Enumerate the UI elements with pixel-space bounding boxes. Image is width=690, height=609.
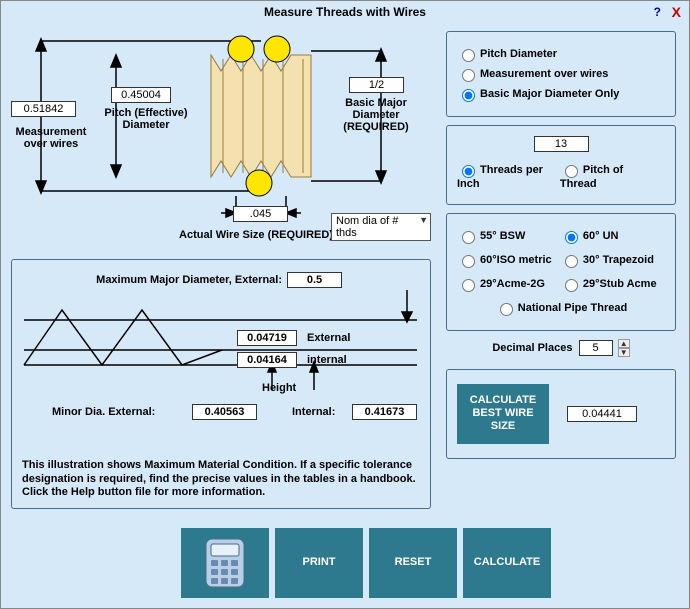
pitch-radio[interactable]: Pitch of Thread [560,162,660,190]
form-un[interactable]: 60° UN [560,228,660,244]
wire-label: Actual Wire Size (REQUIRED) [151,229,361,241]
int-height-label: internal [307,354,347,366]
window-title: Measure Threads with Wires [264,5,426,19]
ext-height-label: External [307,332,350,344]
form-bsw[interactable]: 55° BSW [457,228,557,244]
major-value[interactable]: 1/2 [349,77,404,93]
mode-major-only[interactable]: Basic Major Diameter Only [457,86,665,102]
form-stubacme[interactable]: 29°Stub Acme [560,276,660,292]
major-label: Basic Major Diameter (REQUIRED) [331,97,421,133]
best-wire-output: 0.04441 [567,406,637,422]
decimal-input[interactable] [579,340,613,356]
mode-pitch-diameter[interactable]: Pitch Diameter [457,46,665,62]
minor-ext-label: Minor Dia. External: [52,406,155,418]
form-acme2g[interactable]: 29°Acme-2G [457,276,557,292]
calculate-button[interactable]: CALCULATE [463,528,551,598]
mode-mow[interactable]: Measurement over wires [457,66,665,82]
int-height-value: 0.04164 [237,352,297,368]
mode-group: Pitch Diameter Measurement over wires Ba… [446,31,676,117]
ext-height-value: 0.04719 [237,330,297,346]
maxmajor-value[interactable]: 0.5 [287,272,342,288]
right-column: Pitch Diameter Measurement over wires Ba… [446,31,676,459]
tpi-group: Threads per Inch Pitch of Thread [446,125,676,205]
wire-value[interactable]: .045 [233,206,288,222]
minor-int-value: 0.41673 [352,404,417,420]
tpi-input[interactable] [534,136,589,152]
minor-int-label: Internal: [292,406,335,418]
close-button[interactable]: X [672,1,681,23]
geometry-panel: Maximum Major Diameter, External: 0.5 0.… [11,259,431,509]
form-iso[interactable]: 60°ISO metric [457,252,557,268]
app-window: Measure Threads with Wires ? X [0,0,690,609]
best-wire-group: CALCULATE BEST WIRE SIZE 0.04441 [446,369,676,459]
pitch-label: Pitch (Effective) Diameter [91,107,201,131]
mow-value[interactable]: 0.51842 [11,101,76,117]
help-button[interactable]: ? [654,1,661,23]
threadform-group: 55° BSW 60° UN 60°ISO metric 30° Trapezo… [446,213,676,331]
maxmajor-label: Maximum Major Diameter, External: [52,274,282,286]
illustration-note: This illustration shows Maximum Material… [22,459,422,500]
pitch-value[interactable]: 0.45004 [111,87,171,103]
print-button[interactable]: PRINT [275,528,363,598]
calculator-icon-button[interactable] [181,528,269,598]
minor-ext-value: 0.40563 [192,404,257,420]
title-bar: Measure Threads with Wires ? X [1,1,689,23]
button-row: PRINT RESET CALCULATE [181,528,551,598]
form-trapezoid[interactable]: 30° Trapezoid [560,252,660,268]
decimal-places: Decimal Places ▲▼ [446,339,676,357]
nominal-dropdown[interactable]: Nom dia of # thds [331,213,431,241]
reset-button[interactable]: RESET [369,528,457,598]
form-npt[interactable]: National Pipe Thread [457,300,665,316]
height-label: Height [262,382,296,394]
mow-label: Measurement over wires [6,126,96,150]
calculator-icon [204,537,246,589]
calc-best-wire-button[interactable]: CALCULATE BEST WIRE SIZE [457,384,549,444]
thread-diagram: 0.51842 Measurement over wires 0.45004 P… [11,31,431,246]
decimal-spinner[interactable]: ▲▼ [618,339,630,357]
tpi-radio[interactable]: Threads per Inch [457,162,557,190]
